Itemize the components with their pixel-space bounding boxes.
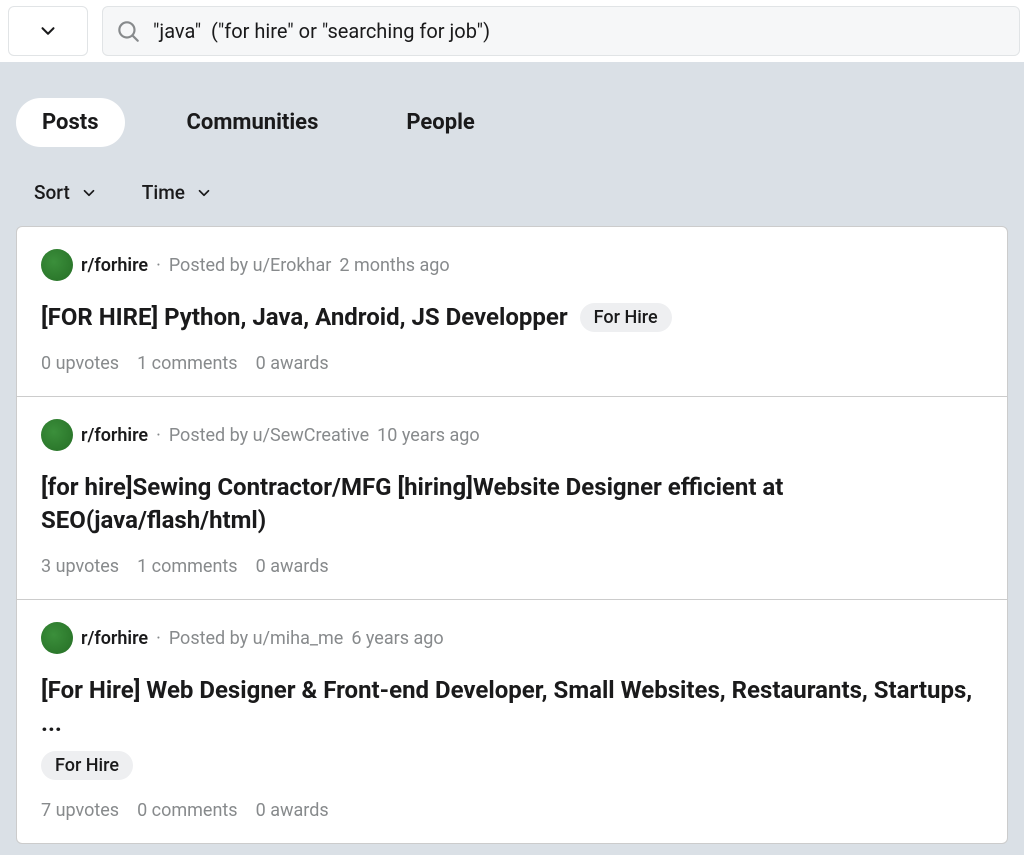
post-stats: 0 upvotes 1 comments 0 awards: [41, 353, 983, 374]
time-filter[interactable]: Time: [142, 181, 213, 204]
posted-by[interactable]: Posted by u/Erokhar: [169, 255, 332, 276]
subreddit-link[interactable]: r/forhire: [81, 425, 148, 446]
post-title-row: [For Hire] Web Designer & Front-end Deve…: [41, 674, 983, 780]
post-list: r/forhire · Posted by u/Erokhar 2 months…: [16, 226, 1008, 844]
tab-people[interactable]: People: [380, 98, 500, 147]
post-item[interactable]: r/forhire · Posted by u/miha_me 6 years …: [17, 600, 1007, 843]
post-title[interactable]: [for hire]Sewing Contractor/MFG [hiring]…: [41, 471, 983, 536]
content-area: Posts Communities People Sort Time r/for…: [0, 62, 1024, 844]
top-bar: [0, 0, 1024, 62]
comments-count[interactable]: 0 comments: [137, 800, 238, 821]
nav-dropdown-toggle[interactable]: [8, 6, 88, 56]
meta-separator: ·: [156, 425, 161, 446]
awards-count: 0 awards: [256, 800, 329, 821]
subreddit-avatar[interactable]: [41, 419, 73, 451]
post-meta: r/forhire · Posted by u/SewCreative 10 y…: [41, 419, 983, 451]
post-meta: r/forhire · Posted by u/Erokhar 2 months…: [41, 249, 983, 281]
chevron-down-icon: [195, 184, 213, 202]
subreddit-avatar[interactable]: [41, 249, 73, 281]
upvotes-count: 3 upvotes: [41, 556, 119, 577]
upvotes-count: 7 upvotes: [41, 800, 119, 821]
post-tag[interactable]: For Hire: [41, 751, 133, 780]
filter-row: Sort Time: [16, 181, 1008, 204]
meta-separator: ·: [156, 255, 161, 276]
post-item[interactable]: r/forhire · Posted by u/SewCreative 10 y…: [17, 397, 1007, 600]
post-title-row: [for hire]Sewing Contractor/MFG [hiring]…: [41, 471, 983, 536]
post-time: 6 years ago: [351, 628, 443, 649]
post-item[interactable]: r/forhire · Posted by u/Erokhar 2 months…: [17, 227, 1007, 397]
subreddit-link[interactable]: r/forhire: [81, 628, 148, 649]
search-input[interactable]: [153, 19, 1007, 43]
result-tabs: Posts Communities People: [16, 98, 1008, 147]
upvotes-count: 0 upvotes: [41, 353, 119, 374]
post-stats: 7 upvotes 0 comments 0 awards: [41, 800, 983, 821]
subreddit-link[interactable]: r/forhire: [81, 255, 148, 276]
chevron-down-icon: [37, 20, 59, 42]
posted-by[interactable]: Posted by u/SewCreative: [169, 425, 369, 446]
post-meta: r/forhire · Posted by u/miha_me 6 years …: [41, 622, 983, 654]
post-title[interactable]: [FOR HIRE] Python, Java, Android, JS Dev…: [41, 301, 568, 333]
search-icon: [115, 18, 141, 44]
tab-posts[interactable]: Posts: [16, 98, 125, 147]
post-time: 10 years ago: [377, 425, 479, 446]
comments-count[interactable]: 1 comments: [137, 353, 238, 374]
sort-filter-label: Sort: [34, 181, 70, 204]
post-stats: 3 upvotes 1 comments 0 awards: [41, 556, 983, 577]
post-title[interactable]: [For Hire] Web Designer & Front-end Deve…: [41, 674, 983, 739]
post-time: 2 months ago: [339, 255, 449, 276]
awards-count: 0 awards: [256, 353, 329, 374]
time-filter-label: Time: [142, 181, 185, 204]
awards-count: 0 awards: [256, 556, 329, 577]
sort-filter[interactable]: Sort: [34, 181, 98, 204]
subreddit-avatar[interactable]: [41, 622, 73, 654]
meta-separator: ·: [156, 628, 161, 649]
comments-count[interactable]: 1 comments: [137, 556, 238, 577]
posted-by[interactable]: Posted by u/miha_me: [169, 628, 344, 649]
post-tag[interactable]: For Hire: [580, 303, 672, 332]
search-bar[interactable]: [102, 6, 1020, 56]
tab-communities[interactable]: Communities: [161, 98, 345, 147]
chevron-down-icon: [80, 184, 98, 202]
post-title-row: [FOR HIRE] Python, Java, Android, JS Dev…: [41, 301, 983, 333]
